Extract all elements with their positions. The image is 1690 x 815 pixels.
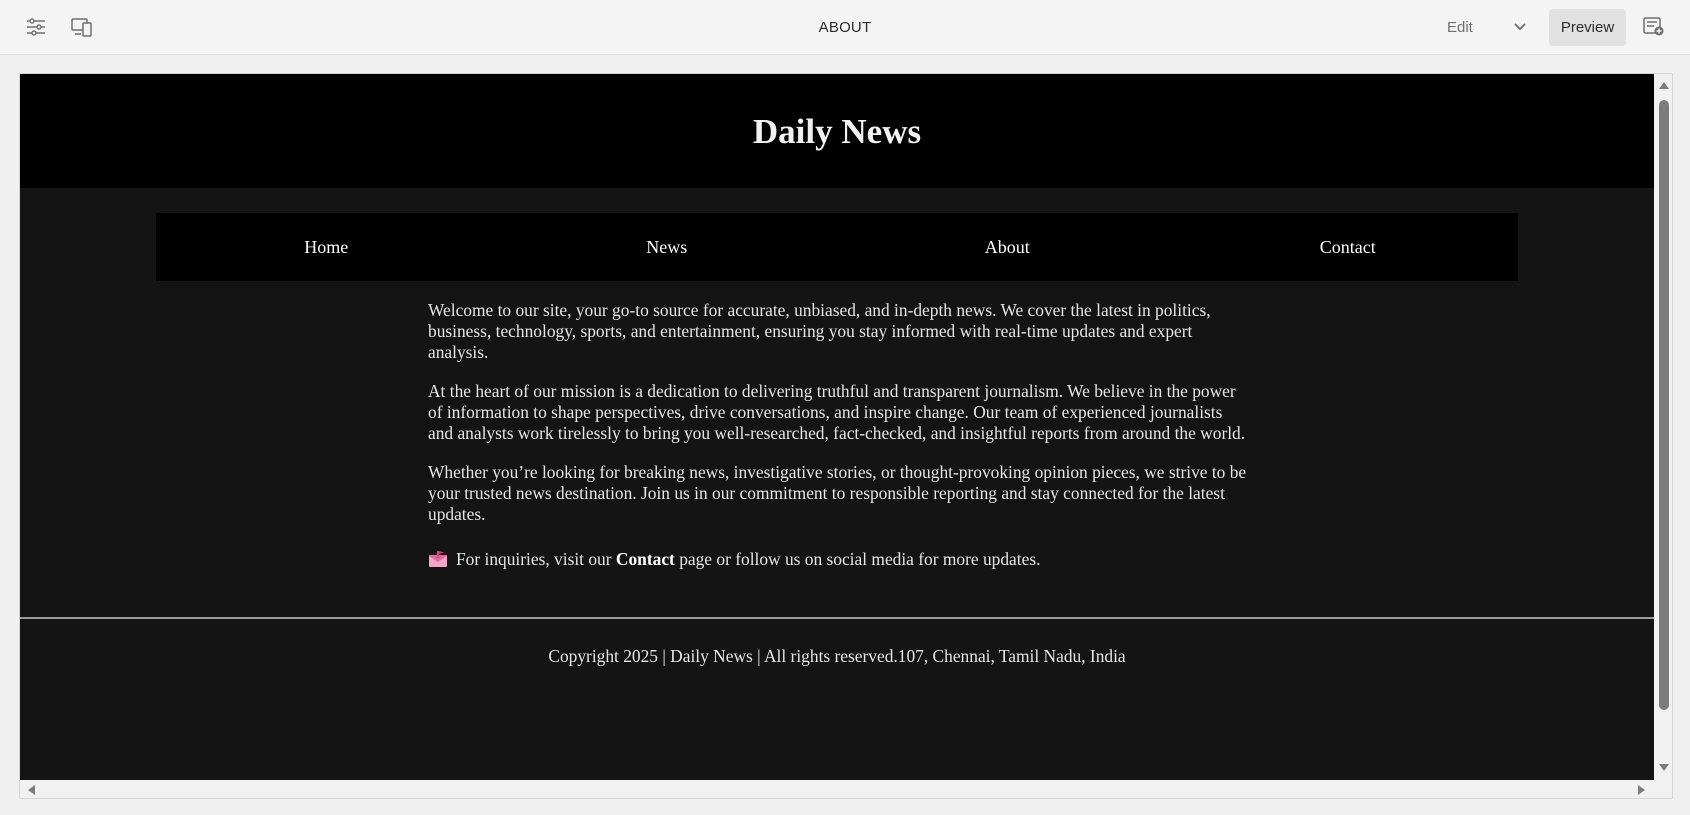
destination-paragraph: Whether you’re looking for breaking news…: [428, 462, 1247, 524]
scroll-up-arrow-icon[interactable]: [1659, 82, 1669, 89]
scrollbar-corner: [1654, 780, 1672, 798]
vertical-scroll-thumb[interactable]: [1659, 100, 1669, 710]
inquiry-text-after: page or follow us on social media for mo…: [674, 549, 1041, 569]
mission-paragraph: At the heart of our mission is a dedicat…: [428, 381, 1246, 443]
footer-divider: [20, 617, 1654, 619]
intro-paragraph: Welcome to our site, your go-to source f…: [428, 300, 1211, 362]
nav-contact[interactable]: Contact: [1178, 237, 1519, 258]
nav-about[interactable]: About: [837, 237, 1178, 258]
contact-link[interactable]: Contact: [616, 549, 675, 569]
editor-toolbar: ABOUT Edit Preview: [0, 0, 1690, 55]
about-content: Welcome to our site, your go-to source f…: [428, 300, 1250, 591]
main-nav: Home News About Contact: [156, 213, 1518, 281]
horizontal-scrollbar[interactable]: [20, 780, 1654, 798]
page-viewport: Daily News Home News About Contact Welco…: [20, 74, 1654, 780]
page-info-icon[interactable]: [1641, 14, 1667, 40]
scroll-down-arrow-icon[interactable]: [1659, 764, 1669, 771]
preview-frame: Daily News Home News About Contact Welco…: [19, 73, 1673, 799]
mailbox-icon: [428, 550, 448, 573]
edit-mode-button[interactable]: Edit: [1447, 19, 1473, 36]
site-header: Daily News: [20, 74, 1654, 188]
page-title: ABOUT: [818, 19, 872, 36]
preview-button[interactable]: Preview: [1549, 9, 1626, 46]
site-title: Daily News: [752, 112, 922, 151]
vertical-scrollbar[interactable]: [1654, 74, 1672, 780]
scroll-right-arrow-icon[interactable]: [1638, 785, 1645, 795]
nav-home[interactable]: Home: [156, 237, 497, 258]
inquiry-text-before: For inquiries, visit our: [456, 549, 616, 569]
chevron-down-icon[interactable]: [1509, 16, 1531, 38]
site-footer: Copyright 2025 | Daily News | All rights…: [548, 646, 1126, 666]
scroll-left-arrow-icon[interactable]: [28, 785, 35, 795]
nav-news[interactable]: News: [497, 237, 838, 258]
inquiry-line: For inquiries, visit our Contact page or…: [428, 549, 1250, 573]
